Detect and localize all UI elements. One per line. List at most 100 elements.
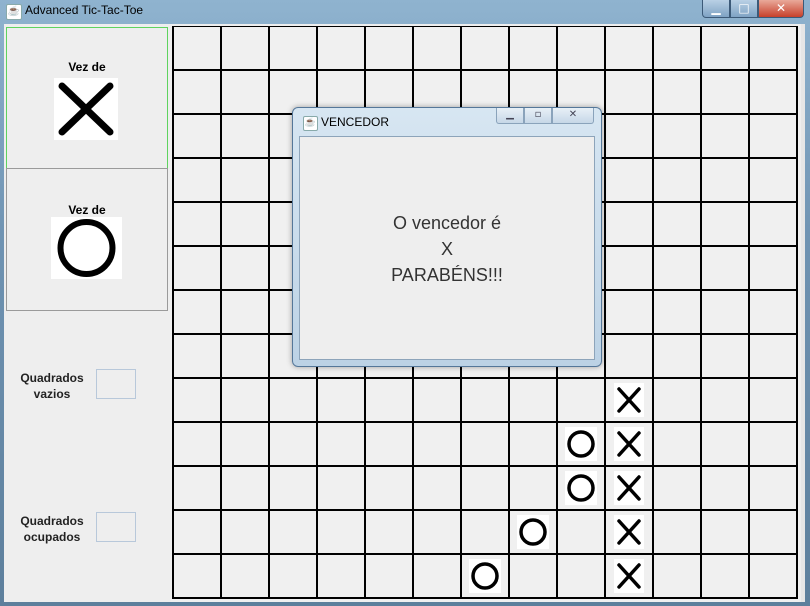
board-cell[interactable] bbox=[556, 377, 606, 423]
board-cell[interactable] bbox=[508, 421, 558, 467]
board-cell[interactable] bbox=[220, 113, 270, 159]
board-cell[interactable] bbox=[604, 113, 654, 159]
board-cell[interactable] bbox=[604, 245, 654, 291]
board-cell[interactable] bbox=[652, 201, 702, 247]
board-cell[interactable] bbox=[364, 553, 414, 599]
board-cell[interactable] bbox=[700, 201, 750, 247]
board-cell[interactable] bbox=[748, 157, 798, 203]
board-cell[interactable] bbox=[268, 421, 318, 467]
board-cell[interactable] bbox=[220, 289, 270, 335]
board-cell[interactable] bbox=[172, 69, 222, 115]
board-cell[interactable] bbox=[652, 245, 702, 291]
board-cell[interactable] bbox=[172, 113, 222, 159]
board-cell[interactable] bbox=[220, 245, 270, 291]
board-cell[interactable] bbox=[172, 26, 222, 71]
board-cell[interactable] bbox=[748, 26, 798, 71]
board-cell[interactable] bbox=[748, 421, 798, 467]
board-cell[interactable] bbox=[220, 465, 270, 511]
board-cell[interactable] bbox=[364, 26, 414, 71]
board-cell[interactable] bbox=[364, 421, 414, 467]
board-cell[interactable] bbox=[652, 553, 702, 599]
board-cell[interactable] bbox=[700, 69, 750, 115]
board-cell[interactable] bbox=[748, 201, 798, 247]
board-cell[interactable] bbox=[748, 69, 798, 115]
board-cell[interactable] bbox=[748, 113, 798, 159]
scrollbar[interactable] bbox=[801, 24, 805, 602]
board-cell[interactable] bbox=[652, 509, 702, 555]
board-cell[interactable] bbox=[268, 377, 318, 423]
board-cell[interactable] bbox=[364, 377, 414, 423]
board-cell[interactable] bbox=[172, 465, 222, 511]
board-cell[interactable] bbox=[604, 333, 654, 379]
board-cell[interactable] bbox=[220, 377, 270, 423]
board-cell[interactable] bbox=[652, 333, 702, 379]
board-cell[interactable] bbox=[604, 69, 654, 115]
dialog-close-button[interactable]: ✕ bbox=[552, 108, 594, 124]
board-cell[interactable] bbox=[220, 421, 270, 467]
board-cell[interactable] bbox=[652, 289, 702, 335]
board-cell[interactable] bbox=[748, 509, 798, 555]
window-titlebar[interactable]: ☕ Advanced Tic-Tac-Toe ▁ □ ✕ bbox=[0, 0, 810, 24]
board-cell[interactable] bbox=[556, 26, 606, 71]
board-cell[interactable] bbox=[220, 201, 270, 247]
board-cell[interactable] bbox=[316, 421, 366, 467]
board-cell[interactable] bbox=[220, 553, 270, 599]
board-cell[interactable] bbox=[652, 113, 702, 159]
board-cell[interactable] bbox=[316, 377, 366, 423]
board-cell[interactable] bbox=[460, 509, 510, 555]
board-cell[interactable] bbox=[748, 377, 798, 423]
board-cell[interactable] bbox=[172, 333, 222, 379]
board-cell[interactable] bbox=[268, 465, 318, 511]
board-cell[interactable] bbox=[172, 201, 222, 247]
board-cell[interactable] bbox=[700, 113, 750, 159]
maximize-button[interactable]: □ bbox=[730, 0, 758, 18]
dialog-maximize-button[interactable]: ▫ bbox=[524, 108, 552, 124]
board-cell[interactable] bbox=[652, 69, 702, 115]
board-cell[interactable] bbox=[460, 421, 510, 467]
board-cell[interactable] bbox=[412, 421, 462, 467]
board-cell[interactable] bbox=[652, 421, 702, 467]
board-cell[interactable] bbox=[604, 289, 654, 335]
board-cell[interactable] bbox=[268, 553, 318, 599]
board-cell[interactable] bbox=[604, 26, 654, 71]
board-cell[interactable] bbox=[412, 553, 462, 599]
board-cell[interactable] bbox=[700, 465, 750, 511]
board-cell[interactable] bbox=[604, 201, 654, 247]
board-cell[interactable] bbox=[604, 157, 654, 203]
board-cell[interactable] bbox=[172, 245, 222, 291]
board-cell[interactable] bbox=[172, 509, 222, 555]
board-cell[interactable] bbox=[652, 26, 702, 71]
board-cell[interactable] bbox=[316, 26, 366, 71]
board-cell[interactable] bbox=[412, 26, 462, 71]
board-cell[interactable] bbox=[220, 509, 270, 555]
board-cell[interactable] bbox=[460, 377, 510, 423]
board-cell[interactable] bbox=[700, 377, 750, 423]
board-cell[interactable] bbox=[508, 553, 558, 599]
board-cell[interactable] bbox=[220, 157, 270, 203]
board-cell[interactable] bbox=[700, 421, 750, 467]
board-cell[interactable] bbox=[268, 509, 318, 555]
board-cell[interactable] bbox=[652, 377, 702, 423]
board-cell[interactable] bbox=[412, 465, 462, 511]
board-cell[interactable] bbox=[700, 509, 750, 555]
board-cell[interactable] bbox=[460, 26, 510, 71]
board-cell[interactable] bbox=[316, 509, 366, 555]
dialog-minimize-button[interactable]: ▁ bbox=[496, 108, 524, 124]
board-cell[interactable] bbox=[556, 553, 606, 599]
board-cell[interactable] bbox=[508, 377, 558, 423]
board-cell[interactable] bbox=[700, 245, 750, 291]
close-button[interactable]: ✕ bbox=[758, 0, 804, 18]
board-cell[interactable] bbox=[220, 69, 270, 115]
board-cell[interactable] bbox=[220, 333, 270, 379]
board-cell[interactable] bbox=[364, 509, 414, 555]
board-cell[interactable] bbox=[700, 289, 750, 335]
board-cell[interactable] bbox=[700, 553, 750, 599]
board-cell[interactable] bbox=[508, 26, 558, 71]
board-cell[interactable] bbox=[748, 289, 798, 335]
board-cell[interactable] bbox=[748, 245, 798, 291]
board-cell[interactable] bbox=[172, 377, 222, 423]
board-cell[interactable] bbox=[268, 26, 318, 71]
board-cell[interactable] bbox=[700, 157, 750, 203]
minimize-button[interactable]: ▁ bbox=[702, 0, 730, 18]
board-cell[interactable] bbox=[220, 26, 270, 71]
